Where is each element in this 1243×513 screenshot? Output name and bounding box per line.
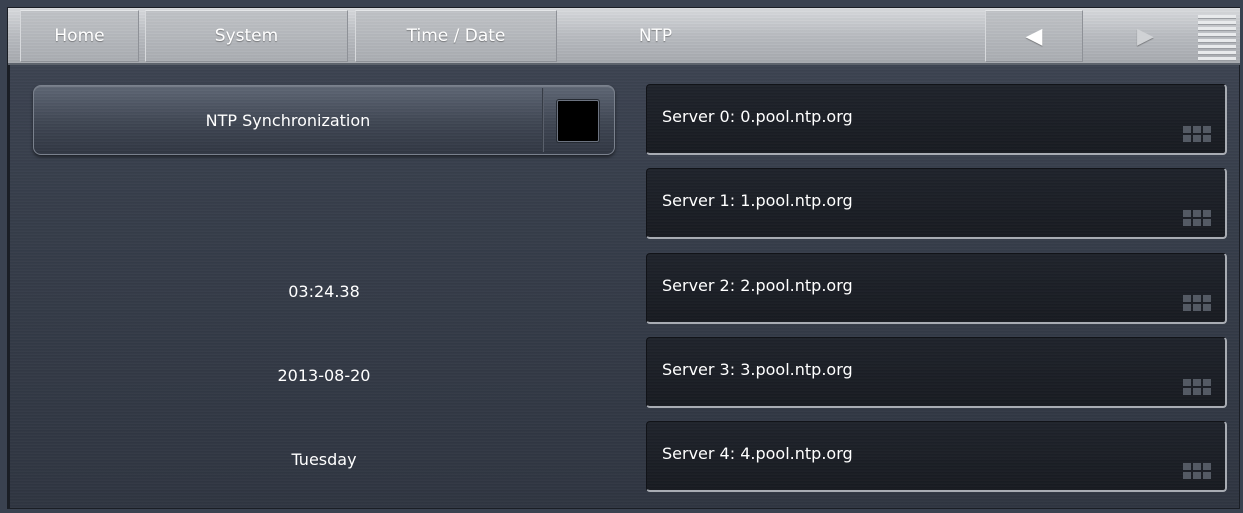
tab-ntp: NTP [638, 26, 673, 46]
keypad-icon [1183, 126, 1213, 143]
server-0-label: Server 0: 0.pool.ntp.org [662, 107, 853, 126]
current-time: 03:24.38 [288, 281, 360, 301]
current-weekday: Tuesday [291, 449, 357, 469]
server-3-label: Server 3: 3.pool.ntp.org [662, 360, 853, 379]
nav-next-button[interactable]: ▶ [1098, 10, 1193, 62]
server-2-field[interactable]: Server 2: 2.pool.ntp.org [646, 253, 1227, 324]
server-0-field[interactable]: Server 0: 0.pool.ntp.org [646, 84, 1227, 155]
server-4-field[interactable]: Server 4: 4.pool.ntp.org [646, 421, 1227, 492]
server-2-label: Server 2: 2.pool.ntp.org [662, 276, 853, 295]
chevron-right-icon: ▶ [1137, 23, 1154, 49]
current-date: 2013-08-20 [277, 365, 371, 385]
server-3-field[interactable]: Server 3: 3.pool.ntp.org [646, 337, 1227, 408]
hamburger-menu-icon[interactable] [1198, 15, 1236, 61]
keypad-icon [1183, 295, 1213, 312]
keypad-icon [1183, 379, 1213, 396]
keypad-icon [1183, 210, 1213, 227]
ntp-sync-checkbox[interactable] [557, 100, 599, 142]
server-1-field[interactable]: Server 1: 1.pool.ntp.org [646, 168, 1227, 239]
chevron-left-icon: ◀ [1025, 23, 1043, 49]
server-4-label: Server 4: 4.pool.ntp.org [662, 444, 853, 463]
server-1-label: Server 1: 1.pool.ntp.org [662, 191, 853, 210]
tab-time-date[interactable]: Time / Date [355, 10, 557, 62]
tab-system[interactable]: System [145, 10, 348, 62]
ntp-synchronization-toggle[interactable]: NTP Synchronization [33, 85, 615, 155]
nav-previous-button[interactable]: ◀ [985, 10, 1083, 62]
ntp-synchronization-label: NTP Synchronization [205, 110, 371, 130]
top-navigation-bar: Home System Time / Date NTP ◀ ▶ [8, 8, 1240, 65]
keypad-icon [1183, 463, 1213, 480]
tab-home[interactable]: Home [20, 10, 139, 62]
divider [542, 88, 544, 152]
